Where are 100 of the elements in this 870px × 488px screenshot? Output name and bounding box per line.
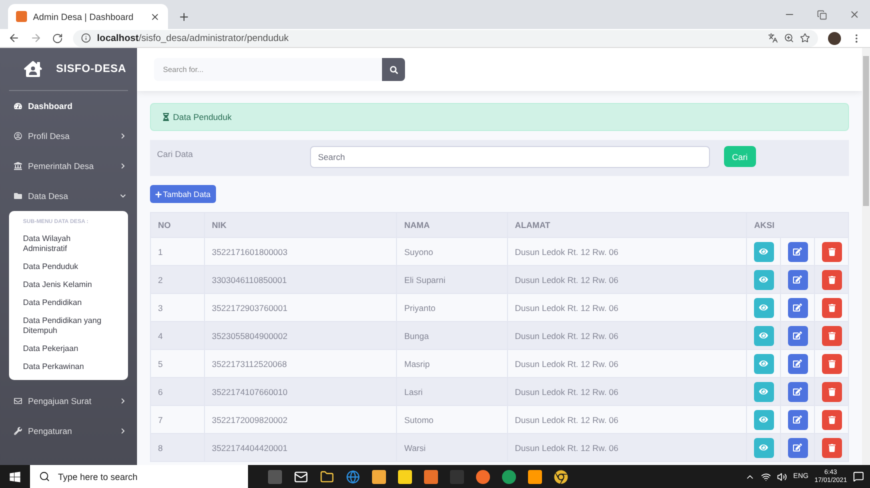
eye-icon: [759, 247, 768, 256]
forward-icon[interactable]: [30, 32, 42, 44]
hourglass-icon: [162, 113, 170, 121]
view-button[interactable]: [754, 410, 774, 430]
submenu-item[interactable]: Data Jenis Kelamin: [9, 276, 128, 294]
translate-icon[interactable]: [768, 33, 778, 43]
zoom-icon[interactable]: [784, 33, 794, 43]
favicon-icon: [16, 11, 27, 22]
edit-icon: [793, 359, 802, 368]
sidebar-item[interactable]: Pemerintah Desa: [9, 151, 128, 181]
sidebar-item[interactable]: Dashboard: [9, 91, 128, 121]
chrome-icon[interactable]: [554, 470, 568, 484]
edit-button[interactable]: [788, 438, 808, 458]
delete-button[interactable]: [822, 326, 842, 346]
info-icon: [81, 33, 91, 43]
landmark-icon: [14, 162, 22, 170]
delete-button[interactable]: [822, 354, 842, 374]
trash-icon: [828, 248, 836, 256]
eye-icon: [759, 275, 768, 284]
submenu-item[interactable]: Data Pendidikan: [9, 294, 128, 312]
view-button[interactable]: [754, 326, 774, 346]
delete-button[interactable]: [822, 298, 842, 318]
eye-icon: [759, 387, 768, 396]
back-icon[interactable]: [8, 32, 20, 44]
edit-button[interactable]: [788, 410, 808, 430]
edit-button[interactable]: [788, 326, 808, 346]
close-icon[interactable]: [150, 12, 160, 22]
windows-icon: [9, 470, 21, 482]
delete-button[interactable]: [822, 382, 842, 402]
new-tab-icon[interactable]: [178, 11, 190, 23]
trash-icon: [828, 416, 836, 424]
mail-icon[interactable]: [294, 470, 308, 484]
trash-icon: [828, 444, 836, 452]
edit-button[interactable]: [788, 270, 808, 290]
sidebar-item[interactable]: Profil Desa: [9, 121, 128, 151]
sidebar-item[interactable]: Data Desa: [9, 181, 128, 211]
address-bar[interactable]: localhost/sisfo_desa/administrator/penduduk: [73, 30, 818, 46]
folder-icon: [14, 192, 22, 200]
submenu-item[interactable]: Data Pendidikan yang Ditempuh: [9, 312, 128, 340]
edit-icon: [793, 415, 802, 424]
delete-button[interactable]: [822, 410, 842, 430]
volume-icon[interactable]: [777, 472, 788, 482]
view-button[interactable]: [754, 382, 774, 402]
globe-icon[interactable]: [346, 470, 360, 484]
edit-button[interactable]: [788, 298, 808, 318]
edit-button[interactable]: [788, 382, 808, 402]
wrench-icon: [14, 427, 22, 435]
delete-button[interactable]: [822, 438, 842, 458]
trash-icon: [828, 276, 836, 284]
add-data-button[interactable]: Tambah Data: [150, 185, 216, 203]
browser-tab[interactable]: Admin Desa | Dashboard: [8, 4, 168, 29]
table-cell: Warsi: [396, 434, 508, 462]
sidebar-item[interactable]: Pengaturan: [9, 416, 128, 446]
table-cell: Dusun Ledok Rt. 12 Rw. 06: [507, 434, 747, 462]
edit-icon: [793, 331, 802, 340]
search-icon: [39, 471, 50, 482]
network-icon[interactable]: [761, 472, 772, 482]
scrollbar[interactable]: [862, 48, 870, 465]
delete-button[interactable]: [822, 242, 842, 262]
notification-icon[interactable]: [853, 471, 864, 482]
submenu-item[interactable]: Data Pekerjaan: [9, 340, 128, 358]
search-button[interactable]: [382, 58, 405, 81]
search-icon: [390, 66, 398, 74]
column-header: NAMA: [396, 212, 508, 238]
table-cell: 8: [150, 434, 204, 462]
eye-icon: [759, 303, 768, 312]
alert-title: Data Penduduk: [173, 112, 232, 122]
avatar-icon[interactable]: [828, 32, 841, 44]
reload-icon[interactable]: [52, 32, 63, 44]
plus-icon: [155, 190, 162, 198]
brand-title: SISFO-DESA: [56, 63, 126, 75]
edit-button[interactable]: [788, 354, 808, 374]
edit-icon: [793, 303, 802, 312]
restore-icon[interactable]: [817, 10, 827, 20]
eye-icon: [759, 331, 768, 340]
trash-icon: [828, 360, 836, 368]
star-icon[interactable]: [800, 33, 810, 43]
submenu-item[interactable]: Data Penduduk: [9, 258, 128, 276]
view-button[interactable]: [754, 354, 774, 374]
search-input[interactable]: Search: [310, 146, 710, 168]
folder-icon[interactable]: [320, 470, 334, 484]
edit-icon: [793, 275, 802, 284]
view-button[interactable]: [754, 270, 774, 290]
submenu-item[interactable]: Data Wilayah Administratif: [9, 230, 128, 258]
edit-icon: [793, 443, 802, 452]
column-header: NIK: [204, 212, 397, 238]
edit-button[interactable]: [788, 242, 808, 262]
view-button[interactable]: [754, 242, 774, 262]
submenu-item[interactable]: Data Perkawinan: [9, 358, 128, 376]
eye-icon: [759, 359, 768, 368]
sidebar-item[interactable]: Pengajuan Surat: [9, 386, 128, 416]
taskbar-search-field[interactable]: Type here to search: [30, 465, 248, 488]
search-label: Cari Data: [157, 148, 194, 159]
delete-button[interactable]: [822, 270, 842, 290]
dashboard-icon: [14, 102, 22, 110]
trash-icon: [828, 332, 836, 340]
column-header: NO: [150, 212, 204, 238]
view-button[interactable]: [754, 298, 774, 318]
column-header: AKSI: [746, 212, 848, 238]
view-button[interactable]: [754, 438, 774, 458]
